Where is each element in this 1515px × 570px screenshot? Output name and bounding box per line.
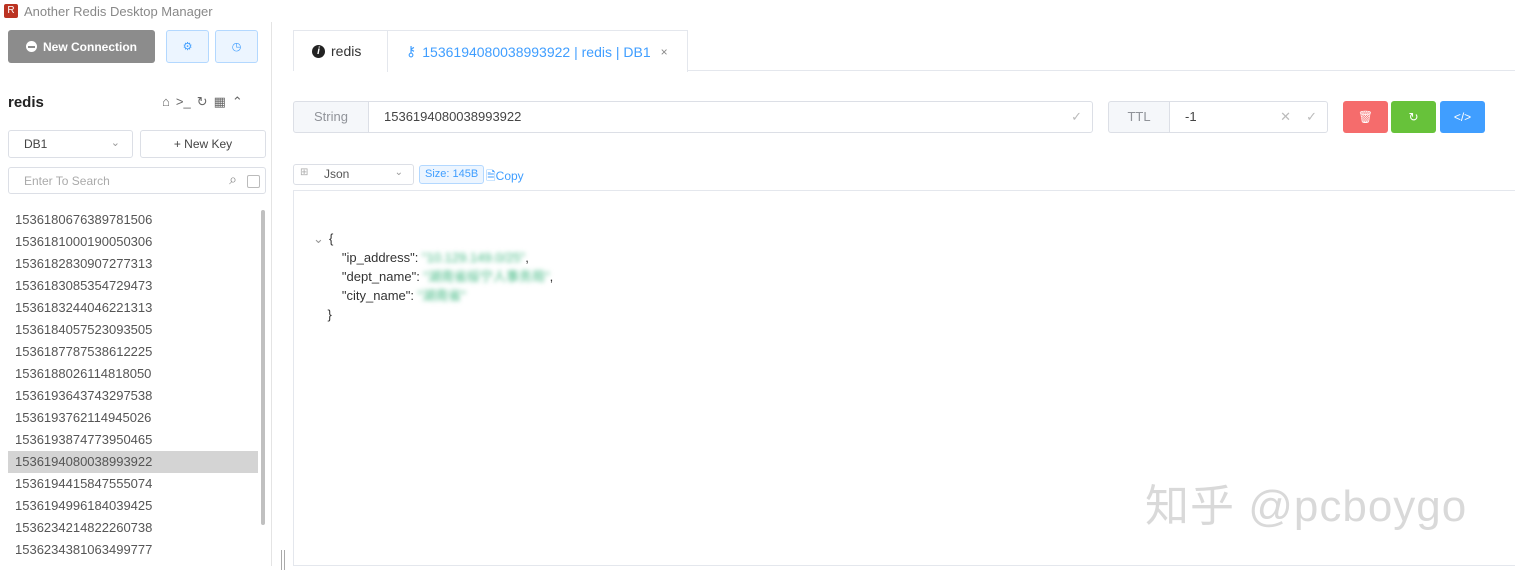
new-key-label: + New Key	[173, 137, 233, 151]
ttl-input[interactable]: -1 ✕ ✓	[1169, 101, 1328, 133]
chevron-down-icon: ⌄	[394, 167, 403, 178]
ttl-value: -1	[1185, 109, 1197, 124]
key-icon: ⚷	[406, 43, 417, 59]
db-select[interactable]: DB1 ⌄	[8, 130, 133, 158]
watermark: 知乎 @pcboygo	[1145, 482, 1468, 531]
json-open-brace: {	[329, 231, 334, 246]
tab-redis-info[interactable]: i redis	[293, 30, 388, 71]
chevron-up-icon[interactable]: ⌃	[232, 94, 243, 110]
connection-name[interactable]: redis	[8, 94, 44, 111]
exact-match-checkbox[interactable]	[247, 175, 260, 188]
tree-icon: ⊞	[300, 167, 309, 178]
app-icon: R	[4, 4, 18, 18]
key-list-scrollbar[interactable]	[261, 210, 265, 525]
key-list-item[interactable]: 1536234214822260738	[8, 517, 258, 539]
grid-icon[interactable]: ▦	[214, 94, 226, 110]
terminal-icon[interactable]: >_	[176, 94, 191, 110]
clock-icon: ◷	[231, 41, 242, 53]
tab-label: 1536194080038993922 | redis | DB1	[422, 43, 651, 60]
json-field: "dept_name": "湖南省绥宁人事务局",	[341, 269, 554, 284]
tab-bar: i redis ⚷ 1536194080038993922 | redis | …	[293, 30, 1515, 72]
minus-circle-icon	[25, 41, 37, 52]
settings-button[interactable]: ⚙	[166, 30, 209, 63]
chevron-down-icon: ⌄	[110, 137, 120, 149]
info-icon: i	[312, 44, 325, 58]
key-list-item[interactable]: 1536182830907277313	[8, 253, 258, 275]
json-view: ⌄{ "ip_address": "10.129.149.0/25", "dep…	[313, 229, 553, 324]
sidebar: New Connection ⚙ ◷ redis ⌂ >_ ↻ ▦ ⌃ DB1 …	[0, 22, 285, 570]
check-icon[interactable]: ✓	[1306, 102, 1317, 132]
search-placeholder: Enter To Search	[24, 174, 110, 188]
key-list-item[interactable]: 1536194996184039425	[8, 495, 258, 517]
code-icon: </>	[1453, 110, 1472, 124]
key-name-input[interactable]: 1536194080038993922 ✓	[368, 101, 1093, 133]
search-input[interactable]: Enter To Search ⌕	[8, 167, 266, 194]
new-connection-label: New Connection	[42, 39, 137, 54]
json-field: "ip_address": "10.129.149.0/25",	[341, 250, 529, 265]
key-list-item[interactable]: 1536193874773950465	[8, 429, 258, 451]
delete-key-button[interactable]: 🗑	[1343, 101, 1388, 133]
gear-icon: ⚙	[182, 41, 193, 53]
key-list-item[interactable]: 1536180676389781506	[8, 209, 258, 231]
refresh-key-button[interactable]: ↻	[1391, 101, 1436, 133]
dump-command-button[interactable]: </>	[1440, 101, 1485, 133]
json-close-brace: }	[327, 307, 332, 322]
json-key: "ip_address"	[341, 250, 415, 265]
json-value: "湖南省绥宁人事务局"	[423, 269, 550, 284]
new-connection-button[interactable]: New Connection	[8, 30, 155, 63]
key-list: 1536180676389781506 1536181000190050306 15…	[8, 209, 258, 561]
key-list-item[interactable]: 1536193643743297538	[8, 385, 258, 407]
key-list-item[interactable]: 1536184057523093505	[8, 319, 258, 341]
size-badge: Size: 145B	[419, 165, 485, 184]
refresh-icon: ↻	[1408, 110, 1419, 124]
key-list-item[interactable]: 1536194080038993922	[8, 451, 258, 473]
key-list-item[interactable]: 1536188026114818050	[8, 363, 258, 385]
tab-label: redis	[331, 43, 362, 59]
key-name-value: 1536194080038993922	[384, 109, 522, 124]
key-list-item[interactable]: 1536181000190050306	[8, 231, 258, 253]
window-title: Another Redis Desktop Manager	[24, 3, 213, 19]
key-list-item[interactable]: 1536234381063499777	[8, 539, 258, 561]
history-button[interactable]: ◷	[215, 30, 258, 63]
check-icon[interactable]: ✓	[1071, 102, 1082, 132]
connection-tools: ⌂ >_ ↻ ▦ ⌃	[162, 94, 243, 110]
refresh-icon[interactable]: ↻	[197, 94, 208, 110]
close-icon[interactable]: ×	[661, 45, 668, 59]
key-list-item[interactable]: 1536187787538612225	[8, 341, 258, 363]
json-value: "10.129.149.0/25"	[421, 250, 526, 265]
json-field: "city_name": "湖南省"	[341, 288, 466, 303]
json-key: "city_name"	[341, 288, 411, 303]
json-key: "dept_name"	[341, 269, 417, 284]
key-list-item[interactable]: 1536193762114945026	[8, 407, 258, 429]
new-key-button[interactable]: + New Key	[140, 130, 266, 158]
search-icon[interactable]: ⌕	[229, 171, 237, 188]
copy-label: Copy	[495, 169, 524, 183]
key-list-item[interactable]: 1536183085354729473	[8, 275, 258, 297]
key-list-item[interactable]: 1536194415847555074	[8, 473, 258, 495]
trash-icon: 🗑	[1357, 110, 1374, 124]
copy-button[interactable]: 🗎Copy	[486, 167, 524, 188]
clear-icon[interactable]: ✕	[1280, 102, 1291, 132]
tab-key[interactable]: ⚷ 1536194080038993922 | redis | DB1 ×	[387, 30, 688, 72]
sidebar-resizer[interactable]	[281, 550, 285, 570]
ttl-label: TTL	[1108, 101, 1170, 133]
key-type-label: String	[293, 101, 369, 133]
format-select[interactable]: ⊞ Json ⌄	[293, 164, 414, 185]
document-icon: 🗎	[486, 169, 496, 183]
home-icon[interactable]: ⌂	[162, 94, 170, 110]
collapse-arrow-icon[interactable]: ⌄	[313, 229, 329, 248]
title-bar: R Another Redis Desktop Manager	[0, 0, 1515, 22]
format-value: Json	[324, 167, 350, 181]
db-select-value: DB1	[24, 137, 48, 151]
json-value: "湖南省"	[417, 288, 466, 303]
key-list-item[interactable]: 1536183244046221313	[8, 297, 258, 319]
